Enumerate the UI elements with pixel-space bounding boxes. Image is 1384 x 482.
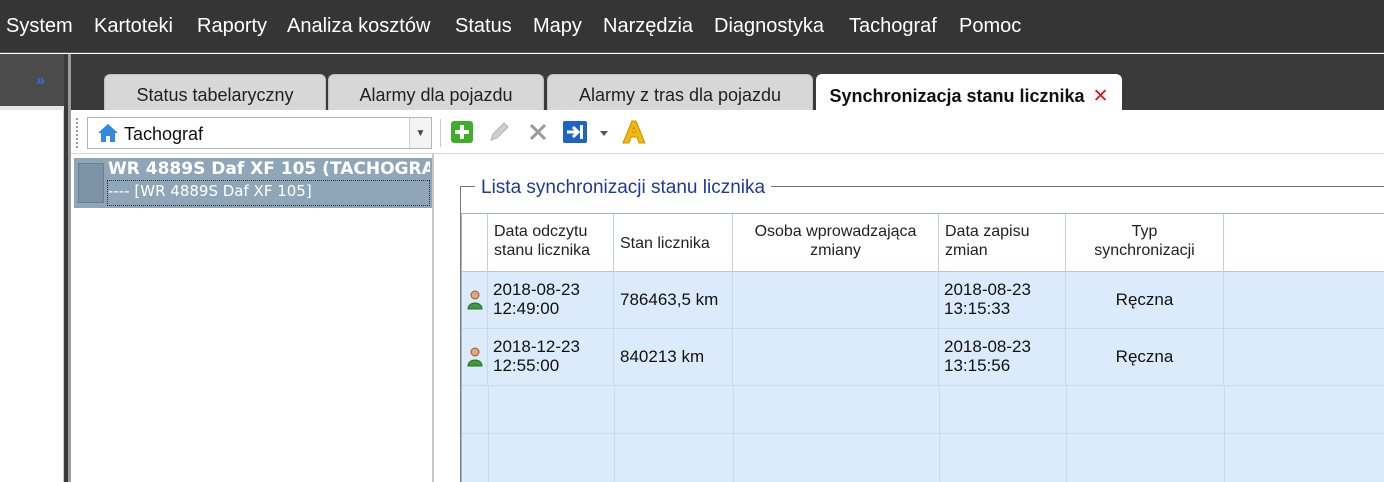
cell-date-saved: 2018-08-23 13:15:33 xyxy=(939,272,1066,328)
cell-line: 2018-12-23 xyxy=(493,337,580,356)
menu-pomoc[interactable]: Pomoc xyxy=(959,15,1021,38)
toolbar-separator xyxy=(440,119,441,147)
col-header-sync-type[interactable]: Typ synchronizacji xyxy=(1066,214,1224,272)
row-icon-cell xyxy=(462,329,488,385)
font-icon[interactable] xyxy=(620,120,648,144)
col-header-icon[interactable] xyxy=(462,214,488,272)
tree-item-subtitle: ---- [WR 4889S Daf XF 105] xyxy=(108,182,312,200)
person-icon xyxy=(467,347,483,367)
cell-line: 12:55:00 xyxy=(493,356,560,375)
cell-date-saved: 2018-08-23 13:15:56 xyxy=(939,329,1066,385)
cell-person xyxy=(733,329,939,385)
side-panel xyxy=(0,110,64,482)
table-row[interactable]: 2018-08-23 12:49:00 786463,5 km 2018-08-… xyxy=(462,272,1384,329)
cell-counter: 840213 km xyxy=(614,329,733,385)
header-line: Data zapisu xyxy=(945,223,1030,240)
table-row[interactable]: 2018-12-23 12:55:00 840213 km 2018-08-23… xyxy=(462,329,1384,386)
tab-status-tabelaryczny[interactable]: Status tabelaryczny xyxy=(104,74,326,110)
export-icon[interactable] xyxy=(562,120,588,144)
cell-counter: 786463,5 km xyxy=(614,272,733,328)
side-panel-header xyxy=(0,54,68,106)
grid-header: Data odczytu stanu licznika Stan licznik… xyxy=(461,213,1384,272)
header-line: stanu licznika xyxy=(494,242,591,259)
col-header-person[interactable]: Osoba wprowadzająca zmiany xyxy=(733,214,939,272)
tab-alarmy-z-tras[interactable]: Alarmy z tras dla pojazdu xyxy=(547,74,813,110)
tab-label: Alarmy dla pojazdu xyxy=(359,85,513,105)
add-icon[interactable] xyxy=(450,120,474,144)
header-line: Data odczytu xyxy=(494,223,588,240)
vehicle-icon xyxy=(78,163,104,203)
cell-line: 13:15:33 xyxy=(944,299,1011,318)
tab-label: Synchronizacja stanu licznika xyxy=(829,86,1085,106)
combo-value: Tachograf xyxy=(124,124,204,144)
col-header-date-saved[interactable]: Data zapisu zmian xyxy=(939,214,1066,272)
home-icon xyxy=(98,124,118,142)
cell-sync-type: Ręczna xyxy=(1066,329,1224,385)
menu-mapy[interactable]: Mapy xyxy=(533,15,582,38)
col-header-date-read[interactable]: Data odczytu stanu licznika xyxy=(488,214,614,272)
menu-status[interactable]: Status xyxy=(455,15,512,38)
cell-person xyxy=(733,272,939,328)
menu-analiza-kosztow[interactable]: Analiza kosztów xyxy=(287,15,430,38)
header-line: Osoba wprowadzająca xyxy=(754,223,917,240)
row-icon-cell xyxy=(462,272,488,328)
cell-date-read: 2018-12-23 12:55:00 xyxy=(488,329,614,385)
dropdown-icon[interactable] xyxy=(598,120,610,144)
edit-icon[interactable] xyxy=(487,120,511,144)
cell-line: 12:49:00 xyxy=(493,299,560,318)
cell-sync-type: Ręczna xyxy=(1066,272,1224,328)
close-tab-icon[interactable]: ✕ xyxy=(1093,86,1109,107)
tab-label: Alarmy z tras dla pojazdu xyxy=(578,85,782,105)
cell-date-read: 2018-08-23 12:49:00 xyxy=(488,272,614,328)
menu-bar: System Kartoteki Raporty Analiza kosztów… xyxy=(0,0,1384,53)
delete-icon[interactable] xyxy=(526,120,550,144)
menu-tachograf[interactable]: Tachograf xyxy=(849,15,937,38)
cell-line: 13:15:56 xyxy=(944,356,1011,375)
chevron-down-icon[interactable]: ▼ xyxy=(409,118,431,148)
tree-item-title: WR 4889S Daf XF 105 (TACHOGRAF xyxy=(108,159,430,179)
section-title: Lista synchronizacji stanu licznika xyxy=(475,177,772,199)
menu-kartoteki[interactable]: Kartoteki xyxy=(94,15,173,38)
tab-alarmy-dla-pojazdu[interactable]: Alarmy dla pojazdu xyxy=(328,74,544,110)
toolbar-grip[interactable] xyxy=(76,118,79,148)
tab-synchronizacja[interactable]: Synchronizacja stanu licznika ✕ xyxy=(816,74,1122,110)
cell-line: 2018-08-23 xyxy=(944,337,1031,356)
menu-narzedzia[interactable]: Narzędzia xyxy=(603,15,693,38)
header-line: Stan licznika xyxy=(620,235,710,252)
cell-line: 2018-08-23 xyxy=(944,280,1031,299)
menu-raporty[interactable]: Raporty xyxy=(197,15,267,38)
header-line: zmian xyxy=(945,242,988,259)
col-header-counter[interactable]: Stan licznika xyxy=(614,214,733,272)
header-line: zmiany xyxy=(810,242,861,259)
header-line: synchronizacji xyxy=(1094,242,1195,259)
empty-grid-row xyxy=(462,386,1384,434)
menu-diagnostyka[interactable]: Diagnostyka xyxy=(714,15,824,38)
collapse-panel-button[interactable]: » xyxy=(36,72,45,90)
header-line: Typ xyxy=(1131,223,1158,240)
tab-label: Status tabelaryczny xyxy=(136,85,294,105)
cell-line: 2018-08-23 xyxy=(493,280,580,299)
person-icon xyxy=(467,290,483,310)
group-combo[interactable]: Tachograf ▼ xyxy=(87,117,432,149)
menu-system[interactable]: System xyxy=(6,15,73,38)
